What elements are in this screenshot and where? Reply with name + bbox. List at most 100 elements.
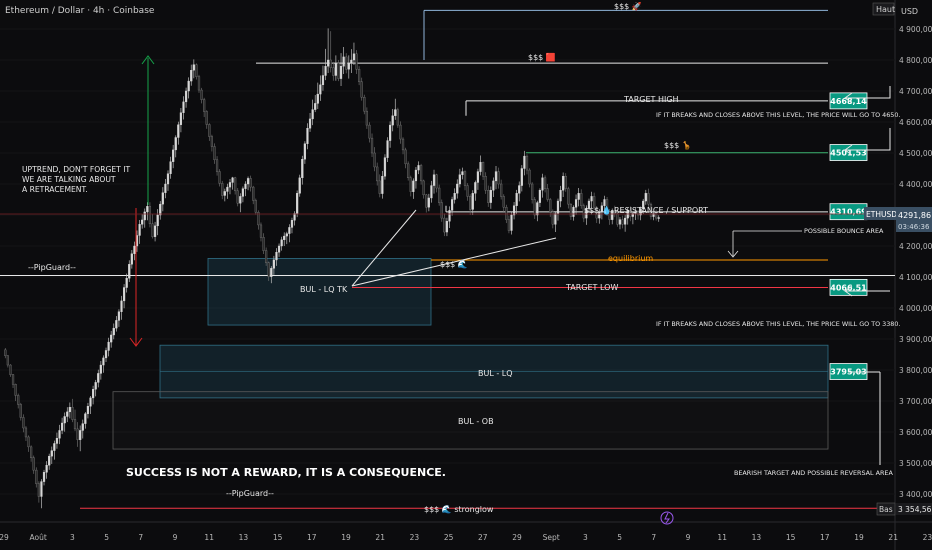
candle-body xyxy=(40,481,43,497)
y-tick-label: 4 100,00 xyxy=(899,273,932,282)
candle-body xyxy=(272,259,275,269)
candle-body xyxy=(466,185,469,197)
candle-body xyxy=(226,186,229,192)
candle-body xyxy=(306,127,309,144)
candle-body xyxy=(55,438,59,444)
candle-body xyxy=(358,69,361,82)
x-tick-label: 3 xyxy=(70,533,75,542)
candle-body xyxy=(515,193,518,206)
x-tick-label: 13 xyxy=(752,533,762,542)
candle-body xyxy=(569,203,573,217)
candle-body xyxy=(577,193,580,200)
candle-body xyxy=(42,472,46,482)
candle-body xyxy=(319,84,322,95)
price-chart[interactable]: 3 400,00 3 500,00 3 600,00 3 700,00 3 800,00… xyxy=(0,0,932,550)
bul-lq-label: BUL - LQ xyxy=(478,369,513,378)
candle-body xyxy=(30,446,33,458)
candle-body xyxy=(324,65,327,76)
currency-label[interactable]: USD xyxy=(901,7,918,16)
candle-body xyxy=(122,287,126,302)
candle-body xyxy=(414,169,418,182)
candle-body xyxy=(76,428,79,440)
candle-body xyxy=(505,207,508,220)
candle-body xyxy=(6,355,9,366)
candle-body xyxy=(112,327,115,336)
candle-body xyxy=(533,199,536,216)
candle-body xyxy=(407,163,410,179)
candle-body xyxy=(404,149,407,165)
uptrend-line-1: UPTREND, DON'T FORGET IT xyxy=(22,165,130,174)
candle-body xyxy=(151,223,154,237)
current-price-value: 4291,86 xyxy=(898,211,931,220)
breaks-down-label: IF IT BREAKS AND CLOSES ABOVE THIS LEVEL… xyxy=(656,320,900,328)
uptrend-line-3: A RETRACEMENT. xyxy=(22,185,88,194)
candle-body xyxy=(624,217,627,225)
x-tick-label: Sept xyxy=(543,533,560,542)
candle-body xyxy=(580,193,583,206)
candle-body xyxy=(197,76,201,91)
candle-body xyxy=(210,136,214,147)
candle-body xyxy=(164,183,167,193)
candle-body xyxy=(79,430,82,440)
candle-body xyxy=(391,115,394,126)
candle-body xyxy=(117,311,121,321)
x-tick-label: 19 xyxy=(854,533,864,542)
candle-body xyxy=(231,177,234,183)
candle-body xyxy=(91,389,95,399)
candle-body xyxy=(314,103,317,110)
candle-body xyxy=(115,320,118,329)
candle-body xyxy=(148,206,152,224)
candle-body xyxy=(350,59,353,64)
candle-body xyxy=(71,407,74,420)
y-tick-label: 3 700,00 xyxy=(899,397,932,406)
uptrend-line-2: WE ARE TALKING ABOUT xyxy=(22,175,116,184)
candle-body xyxy=(373,152,376,168)
top-dollars-label: $$$ 🟥 xyxy=(528,52,556,62)
candle-body xyxy=(453,193,456,200)
y-tick-label: 4 600,00 xyxy=(899,118,932,127)
candle-body xyxy=(63,416,66,424)
candle-body xyxy=(383,157,387,177)
candle-body xyxy=(456,183,459,194)
haut-label: Haut xyxy=(876,5,895,14)
candle-body xyxy=(24,427,28,438)
x-tick-label: 27 xyxy=(478,533,488,542)
candle-body xyxy=(161,192,164,205)
candle-body xyxy=(562,176,565,191)
candle-body xyxy=(169,161,172,174)
pipguard-bottom-label: --PipGuard-- xyxy=(226,489,274,498)
candle-body xyxy=(389,124,392,141)
candle-body xyxy=(218,171,221,184)
candle-body xyxy=(241,188,245,197)
x-tick-label: 17 xyxy=(307,533,317,542)
candle-body xyxy=(409,177,412,192)
candle-body xyxy=(239,196,242,204)
candle-body xyxy=(296,193,299,214)
candle-body xyxy=(394,109,397,116)
candle-body xyxy=(518,185,521,194)
price-axis[interactable] xyxy=(896,0,932,522)
candle-body xyxy=(146,206,149,213)
candle-body xyxy=(412,180,415,192)
candle-body xyxy=(396,109,399,126)
candle-body xyxy=(425,194,428,208)
candle-body xyxy=(267,262,270,277)
candle-body xyxy=(184,90,188,103)
candle-body xyxy=(546,188,549,200)
x-tick-label: 17 xyxy=(820,533,830,542)
candle-body xyxy=(94,382,97,390)
candle-body xyxy=(187,80,190,92)
candle-body xyxy=(538,189,542,203)
candle-body xyxy=(275,251,278,261)
candle-body xyxy=(432,174,436,186)
candle-body xyxy=(270,268,273,277)
candle-body xyxy=(525,155,529,171)
candle-body xyxy=(293,213,296,221)
candle-body xyxy=(616,213,619,225)
candle-body xyxy=(48,455,51,466)
x-tick-label: 23 xyxy=(410,533,420,542)
candle-body xyxy=(301,158,304,178)
candle-body xyxy=(603,199,606,206)
candle-body xyxy=(249,178,252,188)
y-tick-label: 3 600,00 xyxy=(899,428,932,437)
